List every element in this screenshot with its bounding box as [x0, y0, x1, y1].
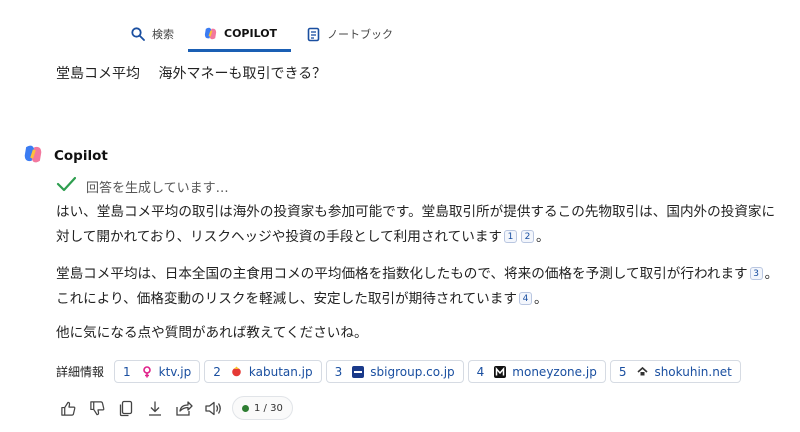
source-chip-moneyzone[interactable]: 4 moneyzone.jp — [467, 360, 606, 383]
source-site: shokuhin.net — [654, 364, 732, 379]
source-chip-shokuhin[interactable]: 5 shokuhin.net — [609, 360, 741, 383]
status-text: 回答を生成しています… — [86, 180, 229, 196]
source-number: 3 — [334, 364, 343, 379]
source-number: 2 — [213, 364, 221, 379]
citation-1[interactable]: 1 — [504, 230, 518, 243]
source-site: moneyzone.jp — [512, 364, 597, 379]
kabutan-favicon-icon — [231, 366, 243, 378]
moneyzone-favicon-icon — [494, 365, 507, 378]
citation-3[interactable]: 3 — [749, 267, 763, 280]
citation-4[interactable]: 4 — [518, 292, 532, 305]
ktv-favicon-icon — [141, 365, 153, 378]
copilot-icon — [202, 26, 218, 42]
answer-text: 。 — [533, 291, 548, 307]
checkmark-icon — [56, 176, 77, 196]
share-icon[interactable] — [174, 397, 194, 419]
speaker-icon[interactable] — [203, 397, 223, 419]
copy-icon[interactable] — [116, 397, 136, 419]
tab-notebook-label: ノートブック — [327, 28, 394, 41]
thumbs-up-icon[interactable] — [58, 397, 78, 419]
user-question: 堂島コメ平均 海外マネーも取引できる？ — [56, 66, 327, 82]
answer-text: はい、堂島コメ平均の取引は海外の投資家も参加可能です。堂島取引所が提供するこの先… — [56, 204, 776, 245]
source-number: 5 — [618, 364, 627, 379]
tab-search[interactable]: 検索 — [116, 18, 188, 50]
tab-copilot-label: COPILOT — [224, 27, 278, 40]
tab-bar: 検索 COPILOT ノートブック — [116, 18, 407, 54]
citation-2[interactable]: 2 — [521, 230, 535, 243]
source-chip-kabutan[interactable]: 2 kabutan.jp — [204, 360, 322, 383]
search-icon — [130, 26, 146, 42]
response-counter: 1 / 30 — [232, 396, 293, 420]
tab-notebook[interactable]: ノートブック — [291, 18, 407, 50]
source-number: 1 — [123, 364, 131, 379]
source-site: ktv.jp — [158, 364, 192, 379]
sources-label: 詳細情報 — [56, 365, 105, 379]
answer-text: 。 — [536, 229, 550, 245]
download-icon[interactable] — [145, 397, 165, 419]
source-chip-ktv[interactable]: 1 ktv.jp — [114, 360, 201, 383]
source-site: sbigroup.co.jp — [370, 364, 455, 379]
sources-bar: 詳細情報 1 ktv.jp 2 kabutan.jp 3 sbigroup.co… — [56, 360, 741, 383]
source-chip-sbi[interactable]: 3 sbigroup.co.jp — [325, 360, 464, 383]
copilot-header: Copilot — [22, 143, 108, 169]
answer-text: 他に気になる点や質問があれば教えてくださいね。 — [56, 325, 368, 341]
response-counter-text: 1 / 30 — [254, 402, 283, 414]
tab-copilot[interactable]: COPILOT — [188, 18, 292, 52]
copilot-logo-icon — [22, 143, 44, 169]
source-number: 4 — [476, 364, 485, 379]
answer-paragraph-3: 他に気になる点や質問があれば教えてくださいね。 — [56, 321, 786, 346]
generation-status: 回答を生成しています… — [56, 176, 229, 196]
status-dot — [242, 404, 249, 412]
response-action-bar: 1 / 30 — [58, 396, 293, 420]
tab-search-label: 検索 — [152, 28, 174, 41]
sbi-favicon-icon — [352, 365, 365, 378]
thumbs-down-icon[interactable] — [87, 397, 107, 419]
copilot-name: Copilot — [54, 148, 108, 164]
shokuhin-favicon-icon — [636, 366, 648, 378]
notebook-icon — [305, 26, 321, 42]
answer-paragraph-1: はい、堂島コメ平均の取引は海外の投資家も参加可能です。堂島取引所が提供するこの先… — [56, 200, 786, 250]
answer-paragraph-2: 堂島コメ平均は、日本全国の主食用コメの平均価格を指数化したもので、将来の価格を予… — [56, 262, 786, 312]
answer-text: 堂島コメ平均は、日本全国の主食用コメの平均価格を指数化したもので、将来の価格を予… — [56, 266, 748, 282]
source-site: kabutan.jp — [248, 364, 313, 379]
